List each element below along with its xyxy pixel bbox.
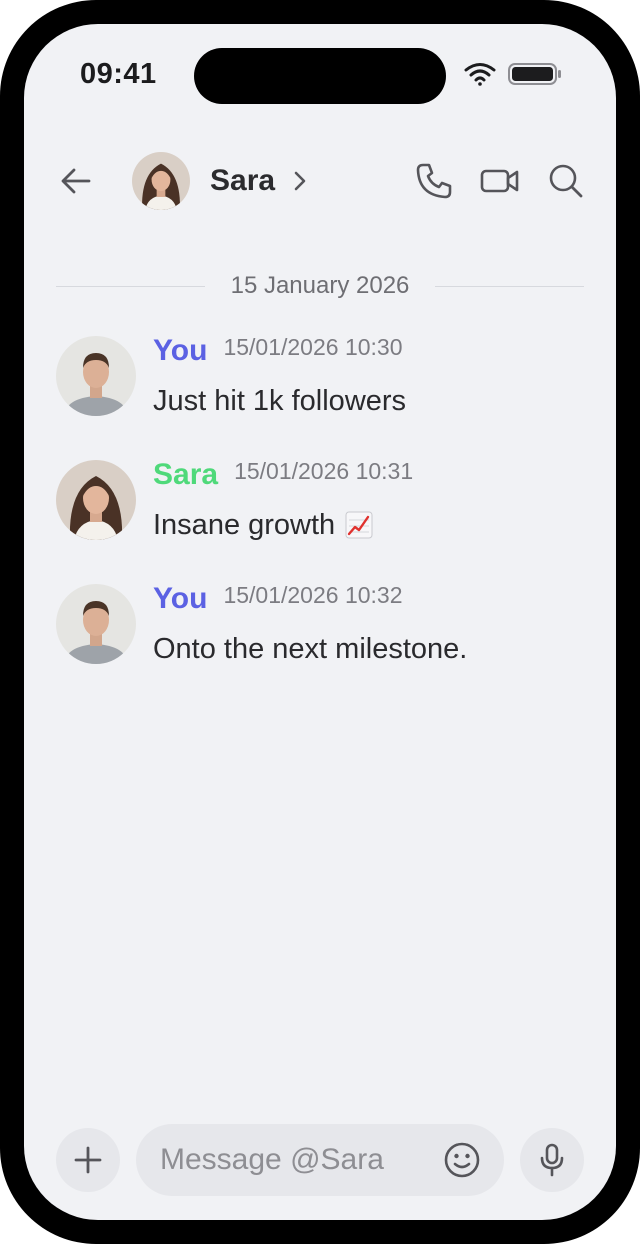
message-timestamp: 15/01/2026 10:30 — [223, 334, 403, 360]
message-input[interactable] — [160, 1124, 430, 1196]
message-item[interactable]: Sara 15/01/2026 10:31 Insane growth — [56, 458, 596, 582]
wifi-icon — [464, 62, 496, 91]
message-header: You 15/01/2026 10:30 — [153, 334, 406, 376]
chat-header: Sara — [24, 150, 616, 212]
avatar — [56, 584, 136, 664]
message-text: Insane growth — [153, 508, 413, 542]
message-author: Sara — [153, 458, 219, 491]
microphone-icon — [540, 1143, 564, 1177]
message-header: You 15/01/2026 10:32 — [153, 582, 467, 624]
message-item[interactable]: You 15/01/2026 10:32 Onto the next miles… — [56, 582, 596, 706]
message-author: You — [153, 582, 208, 615]
message-composer — [56, 1124, 584, 1196]
message-item[interactable]: You 15/01/2026 10:30 Just hit 1k followe… — [56, 334, 596, 458]
message-list: You 15/01/2026 10:30 Just hit 1k followe… — [56, 334, 596, 706]
arrow-left-icon — [61, 168, 91, 194]
call-button[interactable] — [414, 161, 454, 201]
smiley-icon — [444, 1142, 480, 1178]
search-button[interactable] — [546, 161, 586, 201]
contact-avatar — [132, 152, 190, 210]
video-call-button[interactable] — [480, 161, 520, 201]
divider-line — [56, 285, 205, 287]
message-text-content: Just hit 1k followers — [153, 385, 407, 417]
add-attachment-button[interactable] — [56, 1128, 120, 1192]
status-time: 09:41 — [80, 58, 157, 90]
video-camera-icon — [480, 169, 519, 193]
message-body: You 15/01/2026 10:30 Just hit 1k followe… — [153, 334, 406, 418]
voice-message-button[interactable] — [520, 1128, 584, 1192]
message-text: Just hit 1k followers — [153, 384, 406, 418]
message-text-content: Onto the next milestone. — [153, 633, 468, 665]
back-button[interactable] — [56, 161, 96, 201]
message-text: Onto the next milestone. — [153, 632, 467, 666]
avatar — [56, 336, 136, 416]
message-header: Sara 15/01/2026 10:31 — [153, 458, 413, 500]
chart-increasing-emoji — [345, 511, 373, 539]
dynamic-island — [194, 48, 446, 104]
phone-frame: 09:41 Sara 15 January 2026 You 15/01/202… — [0, 0, 640, 1244]
message-input-container — [136, 1124, 504, 1196]
header-actions — [414, 161, 586, 201]
message-body: You 15/01/2026 10:32 Onto the next miles… — [153, 582, 467, 666]
battery-icon — [508, 63, 562, 90]
message-body: Sara 15/01/2026 10:31 Insane growth — [153, 458, 413, 542]
plus-icon — [74, 1146, 102, 1174]
contact-name: Sara — [210, 164, 276, 197]
message-author: You — [153, 334, 208, 367]
message-timestamp: 15/01/2026 10:31 — [234, 458, 414, 484]
emoji-button[interactable] — [442, 1140, 482, 1180]
phone-icon — [416, 163, 452, 199]
chevron-right-icon — [293, 170, 307, 192]
status-icons — [464, 62, 562, 91]
divider-line — [435, 285, 584, 287]
message-text-content: Insane growth — [153, 509, 336, 541]
chat-screen: 09:41 Sara 15 January 2026 You 15/01/202… — [24, 24, 616, 1220]
search-icon — [549, 164, 583, 198]
contact-info[interactable]: Sara — [132, 152, 307, 210]
date-divider: 15 January 2026 — [56, 272, 584, 300]
date-label: 15 January 2026 — [230, 272, 410, 299]
message-timestamp: 15/01/2026 10:32 — [223, 582, 403, 608]
avatar — [56, 460, 136, 540]
